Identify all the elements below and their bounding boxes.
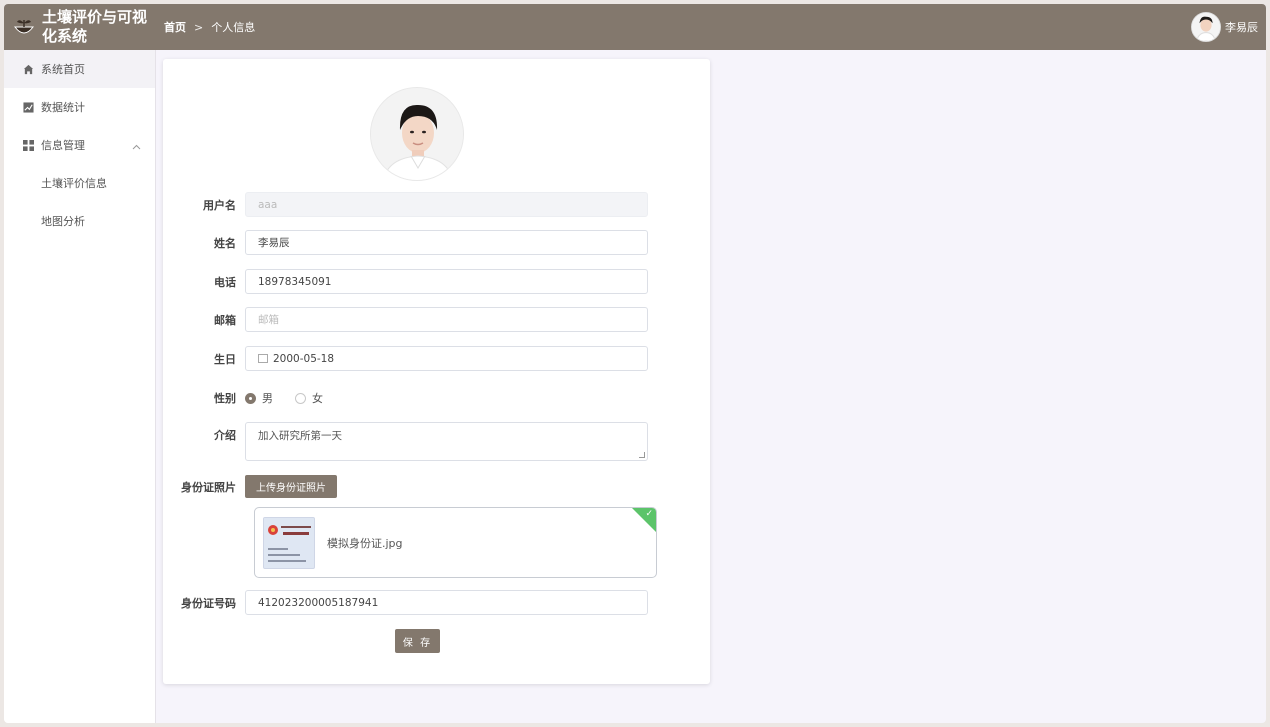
sidebar-item-map-analysis[interactable]: 地图分析 <box>4 202 155 240</box>
home-icon <box>22 63 34 75</box>
breadcrumb-home[interactable]: 首页 <box>164 19 186 35</box>
upload-id-photo-button[interactable]: 上传身份证照片 <box>245 475 337 498</box>
user-menu[interactable]: 李易辰 <box>1191 12 1258 42</box>
app-window: 土壤评价与可视化系统 首页 > 个人信息 李易辰 系统首页 数据统计 信息管理 … <box>4 4 1266 723</box>
id-card-thumbnail <box>263 516 315 569</box>
uploaded-file-item[interactable]: 模拟身份证.jpg ✓ <box>254 507 657 578</box>
form-row-id-number: 身份证号码 412023200005187941 <box>163 590 710 615</box>
form-row-gender: 性别 男 女 <box>163 390 710 406</box>
id-photo-label: 身份证照片 <box>181 480 236 494</box>
chart-icon <box>22 101 34 113</box>
file-name: 模拟身份证.jpg <box>327 536 403 550</box>
calendar-icon <box>258 354 268 363</box>
breadcrumb-separator: > <box>194 20 204 34</box>
form-row-email: 邮箱 邮箱 <box>163 307 710 332</box>
name-field[interactable]: 李易辰 <box>245 230 648 255</box>
profile-avatar[interactable] <box>370 87 464 181</box>
profile-card: 用户名 aaa 姓名 李易辰 电话 18978345091 邮箱 邮箱 生日 2… <box>163 59 710 684</box>
form-row-id-photo: 身份证照片 上传身份证照片 <box>163 475 710 498</box>
user-name: 李易辰 <box>1225 21 1258 34</box>
breadcrumb: 首页 > 个人信息 <box>164 19 255 35</box>
avatar[interactable] <box>1191 12 1221 42</box>
id-number-label: 身份证号码 <box>181 596 236 610</box>
username-field: aaa <box>245 192 648 217</box>
username-label: 用户名 <box>203 198 236 212</box>
birthday-label: 生日 <box>214 352 236 366</box>
gender-option-label[interactable]: 男 <box>262 390 273 406</box>
name-label: 姓名 <box>214 236 236 250</box>
breadcrumb-current: 个人信息 <box>211 21 256 34</box>
sidebar-item-soil-evaluation[interactable]: 土壤评价信息 <box>4 164 155 202</box>
email-field[interactable]: 邮箱 <box>245 307 648 332</box>
sidebar-item-info-management[interactable]: 信息管理 <box>4 126 155 164</box>
form-row-intro: 介绍 加入研究所第一天 <box>163 422 710 461</box>
top-bar: 土壤评价与可视化系统 首页 > 个人信息 李易辰 <box>4 4 1266 50</box>
intro-label: 介绍 <box>214 429 236 442</box>
email-label: 邮箱 <box>214 313 236 327</box>
gender-label: 性别 <box>214 392 236 405</box>
save-button[interactable]: 保 存 <box>395 629 440 653</box>
gender-radio-group: 男 女 <box>245 390 345 406</box>
gender-option-label[interactable]: 女 <box>312 390 323 406</box>
sidebar-item-label: 系统首页 <box>41 63 85 76</box>
phone-label: 电话 <box>214 275 236 289</box>
gender-radio-male[interactable] <box>245 392 256 404</box>
phone-field[interactable]: 18978345091 <box>245 269 648 294</box>
form-row-birthday: 生日 2000-05-18 <box>163 346 710 371</box>
form-row-name: 姓名 李易辰 <box>163 230 710 255</box>
sidebar-item-label: 信息管理 <box>41 139 85 152</box>
gender-radio-female[interactable] <box>295 392 306 404</box>
sidebar-item-stats[interactable]: 数据统计 <box>4 88 155 126</box>
grid-icon <box>22 139 34 151</box>
sidebar: 系统首页 数据统计 信息管理 土壤评价信息 地图分析 <box>4 50 156 723</box>
form-row-username: 用户名 aaa <box>163 192 710 217</box>
birthday-value: 2000-05-18 <box>273 352 335 365</box>
app-title: 土壤评价与可视化系统 <box>42 8 148 45</box>
resize-handle-icon[interactable] <box>639 452 645 458</box>
logo-icon <box>12 15 36 39</box>
sidebar-item-label: 数据统计 <box>41 101 85 114</box>
form-row-phone: 电话 18978345091 <box>163 269 710 294</box>
sidebar-item-home[interactable]: 系统首页 <box>4 50 155 88</box>
intro-textarea[interactable]: 加入研究所第一天 <box>245 422 648 461</box>
check-icon: ✓ <box>645 509 653 519</box>
birthday-picker[interactable]: 2000-05-18 <box>245 346 648 371</box>
intro-value: 加入研究所第一天 <box>258 430 342 442</box>
id-number-field[interactable]: 412023200005187941 <box>245 590 648 615</box>
chevron-up-icon[interactable] <box>132 140 141 153</box>
